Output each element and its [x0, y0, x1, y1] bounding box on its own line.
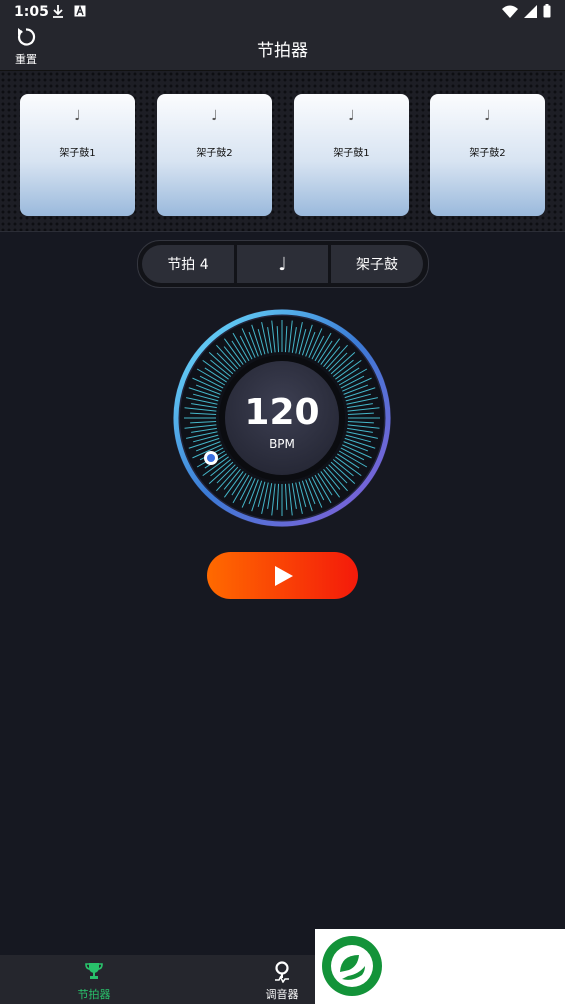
play-icon: [274, 565, 293, 586]
nav-metronome[interactable]: 节拍器: [49, 955, 139, 1004]
bpm-unit: BPM: [269, 437, 295, 451]
pad-label: 架子鼓1: [333, 148, 370, 159]
drum-pad-2[interactable]: ♩ 架子鼓2: [157, 94, 272, 216]
nav-label: 节拍器: [77, 988, 111, 1001]
nav-tuner[interactable]: 调音器: [237, 955, 327, 1004]
bpm-dial[interactable]: 120 BPM: [170, 306, 394, 530]
note-value-button[interactable]: ♩: [237, 245, 328, 283]
trophy-icon: [85, 963, 103, 979]
drum-pad-4[interactable]: ♩ 架子鼓2: [430, 94, 545, 216]
settings-segmented-control: 节拍 4 ♩ 架子鼓: [137, 240, 429, 288]
font-a-icon: [74, 5, 86, 17]
wifi-icon: [502, 5, 518, 18]
quarter-note-icon: ♩: [484, 108, 491, 124]
nav-label: 调音器: [265, 988, 299, 1001]
pad-label: 架子鼓2: [469, 148, 506, 159]
quarter-note-icon: ♩: [348, 108, 355, 124]
drum-pad-3[interactable]: ♩ 架子鼓1: [294, 94, 409, 216]
play-button[interactable]: [207, 552, 358, 599]
page-title: 节拍器: [257, 41, 308, 61]
bpm-value: 120: [244, 392, 320, 433]
pad-area: ♩ 架子鼓1 ♩ 架子鼓2 ♩ 架子鼓1 ♩ 架子鼓2: [0, 71, 565, 232]
quarter-note-icon: ♩: [74, 108, 81, 124]
beat-count-button[interactable]: 节拍 4: [142, 245, 234, 283]
status-bar: 1:05: [0, 0, 565, 24]
app-bar: 重置 节拍器: [0, 24, 565, 71]
signal-icon: [524, 4, 537, 18]
sound-select-button[interactable]: 架子鼓: [331, 245, 423, 283]
pad-label: 架子鼓1: [59, 148, 96, 159]
leaf-logo: [322, 936, 382, 996]
pad-label: 架子鼓2: [196, 148, 233, 159]
watermark-logo-box: [315, 929, 565, 1004]
battery-icon: [543, 4, 551, 18]
status-time: 1:05: [14, 4, 49, 20]
status-icons-right: [502, 4, 551, 18]
quarter-note-icon: ♩: [211, 108, 218, 124]
tuner-pin-icon: [275, 961, 289, 984]
drum-pad-1[interactable]: ♩ 架子鼓1: [20, 94, 135, 216]
download-icon: [53, 5, 63, 18]
status-icons-left: [52, 4, 86, 18]
